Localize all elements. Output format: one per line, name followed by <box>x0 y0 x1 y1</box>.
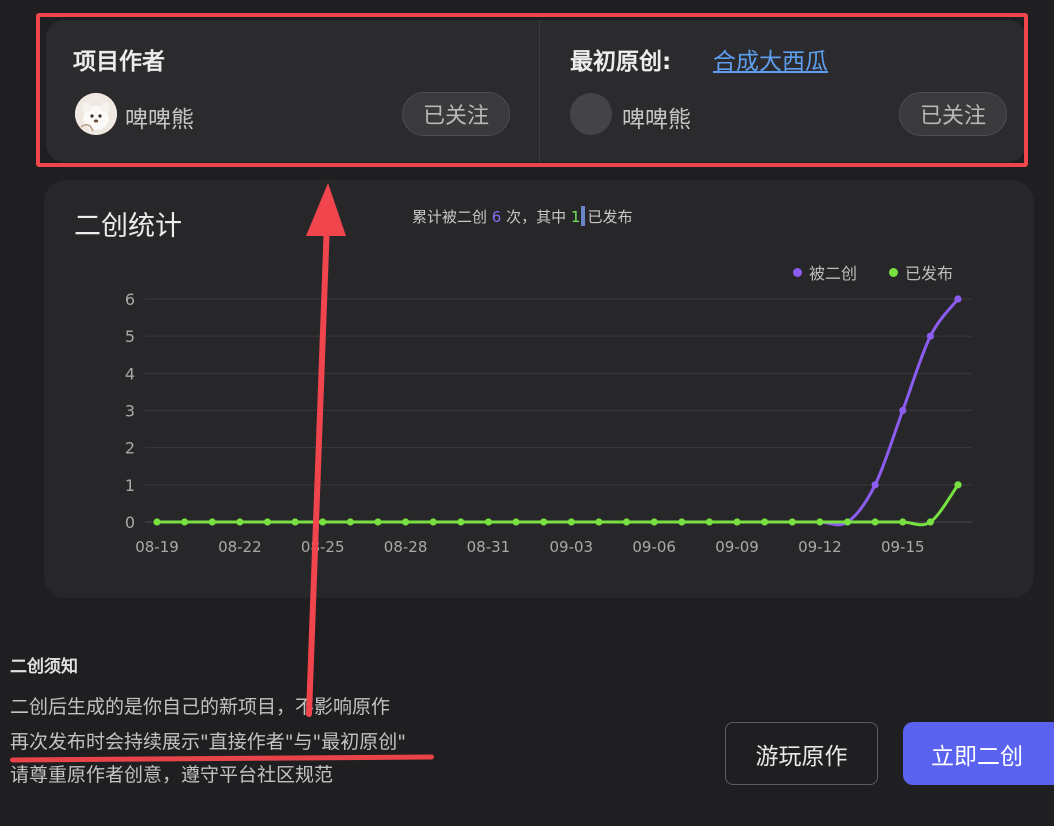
data-point-remix <box>926 332 934 340</box>
data-point-published <box>567 518 575 526</box>
data-point-published <box>374 518 382 526</box>
y-tick-label: 6 <box>125 290 135 309</box>
notice-line-2: 再次发布时会持续展示"直接作者"与"最初原创" <box>10 731 406 753</box>
x-tick-label: 08-25 <box>301 538 345 556</box>
y-tick-label: 0 <box>125 513 135 532</box>
data-point-published <box>540 518 548 526</box>
notice-line-1: 二创后生成的是你自己的新项目，不影响原作 <box>10 696 391 718</box>
data-point-published <box>705 518 714 526</box>
series-line-remix <box>156 298 960 527</box>
stats-panel: 二创统计 累计被二创 6 次，其中 1 已发布 被二创 已发布 0 1 2 3 4 5 6 08… <box>44 180 1034 598</box>
data-point-published <box>263 518 272 526</box>
x-tick-label: 08-31 <box>467 538 511 556</box>
data-point-remix <box>954 295 962 303</box>
data-point-remix <box>899 406 907 415</box>
notice-title: 二创须知 <box>10 657 78 677</box>
data-point-published <box>236 518 244 526</box>
data-point-remix <box>871 481 879 489</box>
series-line-published <box>156 483 960 527</box>
remix-now-button[interactable]: 立即二创 <box>903 722 1054 785</box>
x-tick-label: 09-15 <box>881 538 925 556</box>
y-tick-label: 1 <box>125 476 135 495</box>
data-point-published <box>595 518 603 526</box>
data-point-published <box>401 518 410 526</box>
data-point-published <box>733 518 741 526</box>
x-tick-label: 08-28 <box>384 538 428 556</box>
data-point-published <box>650 518 658 526</box>
data-point-published <box>761 518 769 526</box>
x-tick-label: 09-03 <box>550 538 594 556</box>
data-point-published <box>484 518 493 526</box>
x-tick-label: 08-22 <box>218 538 262 556</box>
data-point-published <box>788 518 796 526</box>
x-tick-label: 09-09 <box>715 538 759 556</box>
data-point-published <box>181 518 189 526</box>
y-tick-label: 4 <box>125 364 135 383</box>
data-point-published <box>843 518 852 526</box>
data-point-published <box>954 481 962 489</box>
x-tick-label: 09-06 <box>632 538 676 556</box>
data-point-published <box>208 518 216 526</box>
data-point-published <box>291 518 299 526</box>
data-point-published <box>871 518 879 526</box>
data-point-published <box>622 518 631 526</box>
data-point-published <box>926 518 934 526</box>
data-point-published <box>512 518 520 526</box>
data-point-published <box>816 518 824 526</box>
data-point-published <box>678 518 686 526</box>
data-point-published <box>429 518 437 526</box>
remix-line-chart: 0 1 2 3 4 5 6 08-19 08-22 08-25 08-28 08-31 09-03 09-… <box>125 290 972 556</box>
y-tick-label: 2 <box>125 439 135 458</box>
x-tick-label: 09-12 <box>798 538 842 556</box>
notice-line-3: 请尊重原作者创意，遵守平台社区规范 <box>10 764 334 786</box>
y-tick-label: 5 <box>125 327 135 346</box>
data-point-published <box>153 518 161 526</box>
data-point-published <box>346 518 354 526</box>
data-point-published <box>899 518 907 526</box>
highlight-box <box>36 13 1028 167</box>
data-point-published <box>457 518 465 526</box>
y-tick-label: 3 <box>125 402 135 421</box>
play-original-button[interactable]: 游玩原作 <box>725 722 878 785</box>
x-tick-label: 08-19 <box>135 538 179 556</box>
data-point-published <box>319 518 327 526</box>
